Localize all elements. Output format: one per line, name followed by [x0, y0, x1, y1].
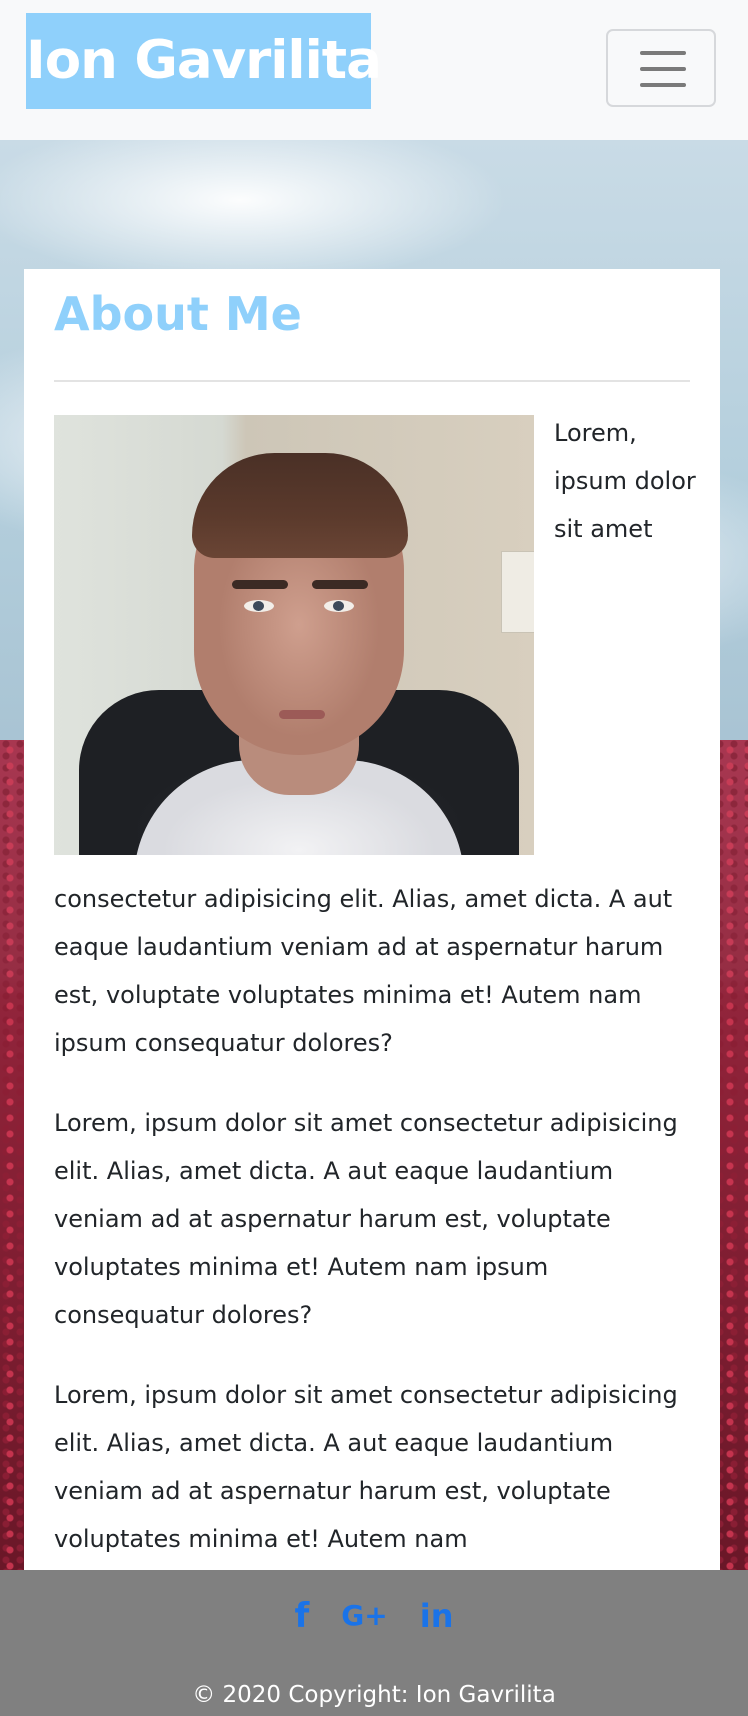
linkedin-icon[interactable]: in [420, 1596, 454, 1636]
about-paragraph-2: Lorem, ipsum dolor sit amet consectetur … [54, 1109, 678, 1329]
lead-text: Lorem, ipsum dolor sit amet [554, 419, 696, 543]
about-heading: About Me [54, 287, 302, 341]
hamburger-menu-icon [640, 51, 686, 87]
about-card: About Me Lorem, ipsum dolor sit amet con… [24, 269, 720, 1579]
footer: f G+ in © 2020 Copyright: Ion Gavrilita [0, 1570, 748, 1716]
facebook-icon[interactable]: f [295, 1596, 310, 1636]
social-links: f G+ in [0, 1596, 748, 1636]
navbar: Ion Gavrilita [0, 0, 748, 140]
lead-continuation: consectetur adipisicing elit. Alias, ame… [54, 885, 673, 1057]
divider [54, 380, 690, 382]
navbar-toggler-button[interactable] [606, 29, 716, 107]
about-paragraph-3: Lorem, ipsum dolor sit amet consectetur … [54, 1381, 678, 1553]
copyright-text: © 2020 Copyright: Ion Gavrilita [192, 1682, 556, 1708]
google-plus-icon[interactable]: G+ [341, 1596, 387, 1636]
profile-photo [54, 415, 534, 855]
navbar-brand[interactable]: Ion Gavrilita [26, 13, 382, 109]
